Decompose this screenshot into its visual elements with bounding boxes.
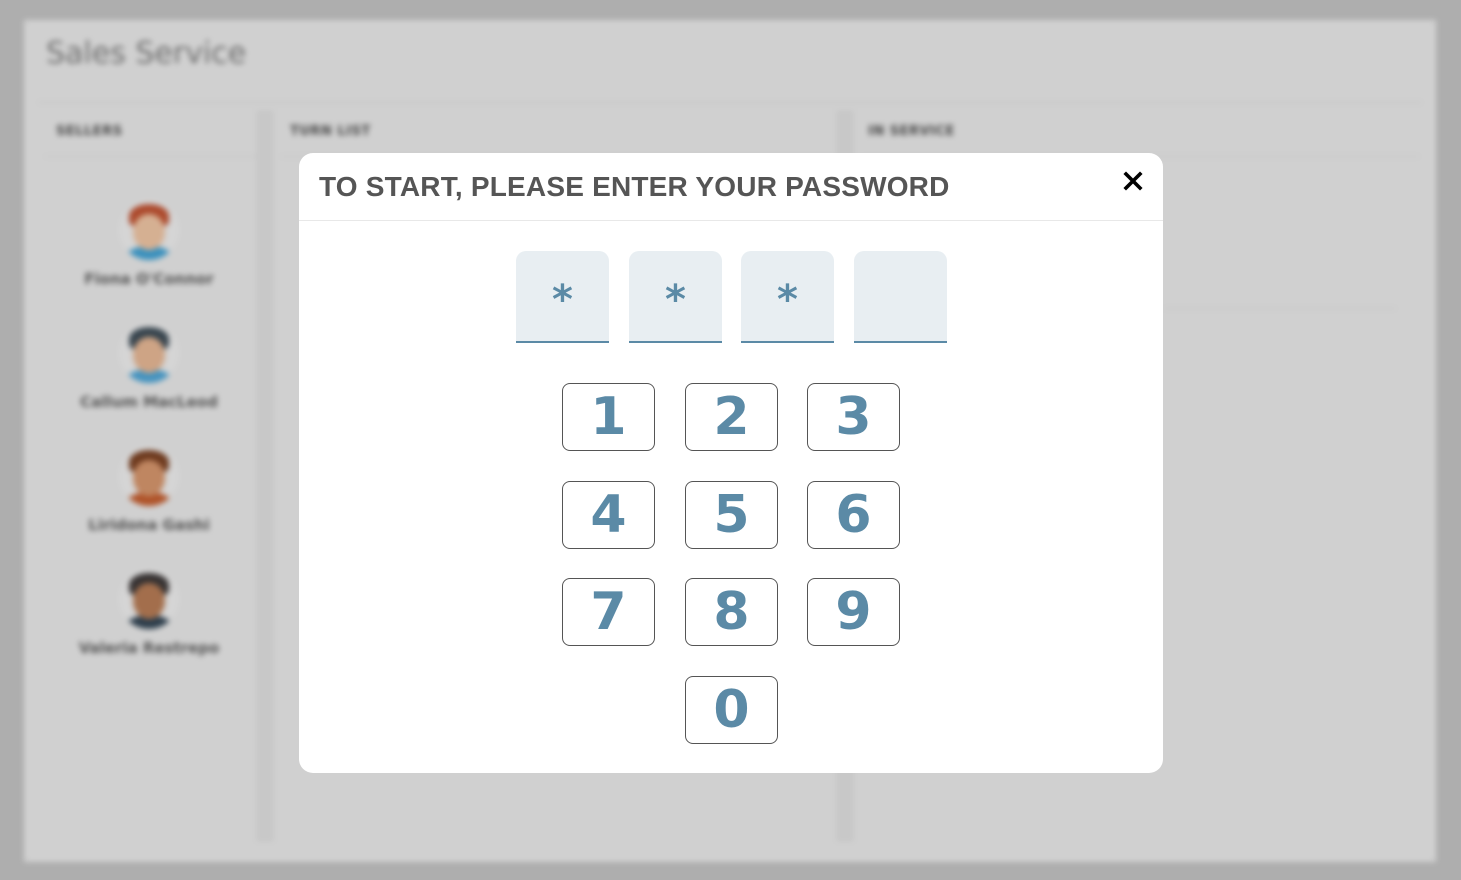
keypad-key-1[interactable]: 1 <box>562 383 655 451</box>
modal-header: TO START, PLEASE ENTER YOUR PASSWORD <box>299 153 1163 221</box>
keypad-key-5[interactable]: 5 <box>685 481 778 549</box>
keypad-key-2[interactable]: 2 <box>685 383 778 451</box>
pin-slot-2: * <box>629 251 722 343</box>
close-icon <box>1123 171 1143 191</box>
pin-slot-3: * <box>741 251 834 343</box>
keypad-key-9[interactable]: 9 <box>807 578 900 646</box>
close-button[interactable] <box>1121 169 1145 193</box>
keypad-key-0[interactable]: 0 <box>685 676 778 744</box>
modal-title: TO START, PLEASE ENTER YOUR PASSWORD <box>319 171 950 202</box>
keypad-key-3[interactable]: 3 <box>807 383 900 451</box>
password-modal: TO START, PLEASE ENTER YOUR PASSWORD * *… <box>299 153 1163 773</box>
pin-slot-4 <box>854 251 947 343</box>
keypad-key-6[interactable]: 6 <box>807 481 900 549</box>
keypad-key-7[interactable]: 7 <box>562 578 655 646</box>
keypad-key-4[interactable]: 4 <box>562 481 655 549</box>
pin-slot-1: * <box>516 251 609 343</box>
keypad-key-8[interactable]: 8 <box>685 578 778 646</box>
